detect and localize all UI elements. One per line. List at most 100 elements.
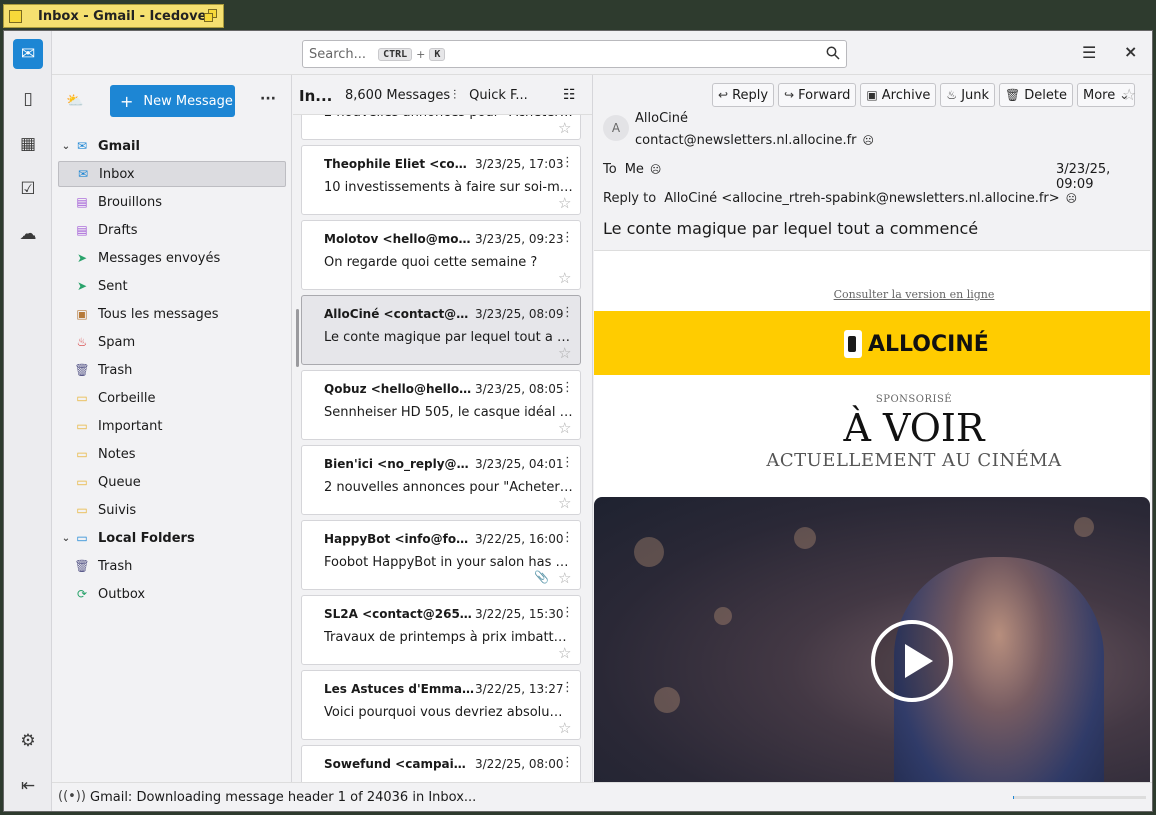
calendar-icon[interactable]: ▦ [13, 129, 43, 159]
message-card[interactable]: ⋮2 nouvelles annonces pour "Acheter une.… [301, 115, 581, 140]
message-card[interactable]: HappyBot <info@foob... 3/22/25, 16:00 ⋮ Foo… [301, 520, 581, 590]
folder-suivis[interactable]: ▭ Suivis [58, 497, 286, 523]
message-card[interactable]: Sowefund <campaigns...3/22/25, 08:00⋮☆ [301, 745, 581, 782]
folder-label: Trash [98, 558, 133, 574]
message-card[interactable]: Qobuz <hello@hello.qo...3/23/25, 08:05⋮ S… [301, 370, 581, 440]
message-card[interactable]: Bien'ici <no_reply@bie...3/23/25, 04:01⋮… [301, 445, 581, 515]
chevron-down-icon[interactable]: ⌄ [58, 141, 74, 152]
tasks-icon[interactable]: ☑ [13, 174, 43, 204]
play-icon[interactable] [871, 620, 953, 702]
folder-brouillons[interactable]: ▤ Brouillons [58, 189, 286, 215]
status-progress [1013, 796, 1146, 799]
window-menu-icon[interactable] [9, 9, 22, 23]
folder-queue[interactable]: ▭ Queue [58, 469, 286, 495]
folder-spam[interactable]: ♨ Spam [58, 329, 286, 355]
star-icon[interactable]: ☆ [558, 119, 571, 137]
message-card[interactable]: Theophile Eliet <conta...3/23/25, 17:03⋮… [301, 145, 581, 215]
star-icon[interactable]: ☆ [558, 344, 571, 362]
allocine-logo-icon [844, 330, 862, 358]
archive-button[interactable]: ▣ Archive [860, 83, 937, 107]
junk-button[interactable]: ♨ Junk [940, 83, 996, 107]
brand-banner[interactable]: ALLOCINÉ [594, 311, 1150, 375]
online-version-link[interactable]: Consulter la version en ligne [594, 288, 1150, 301]
star-icon[interactable]: ☆ [558, 644, 571, 662]
contact-icon[interactable]: ☹ [650, 163, 661, 176]
chat-icon[interactable]: ☁ [13, 219, 43, 249]
folder-trash[interactable]: 🗑 Trash [58, 357, 286, 383]
search-icon[interactable] [826, 46, 840, 60]
app-menu-icon[interactable]: ☰ [1082, 43, 1096, 62]
hero-video-thumbnail[interactable] [594, 497, 1150, 782]
address-book-icon[interactable]: ▯ [13, 84, 43, 114]
star-icon[interactable]: ☆ [558, 269, 571, 287]
forward-label: Forward [798, 87, 851, 103]
get-messages-icon[interactable]: ⛅ [66, 93, 83, 109]
message-subject: 2 nouvelles annonces pour "Acheter une..… [324, 115, 574, 120]
list-view-options-icon[interactable]: ☷ [563, 87, 576, 103]
message-menu-icon[interactable]: ⋮ [561, 755, 574, 770]
settings-icon[interactable]: ⚙ [13, 726, 43, 756]
message-count: 8,600 Messages [345, 88, 451, 103]
folder-sent[interactable]: ➤ Sent [58, 273, 286, 299]
chevron-down-icon[interactable]: ⌄ [58, 533, 74, 544]
folder-inbox[interactable]: ✉ Inbox [58, 161, 286, 187]
reply-button[interactable]: ↩ Reply [712, 83, 775, 107]
folder-messages-envoy-s[interactable]: ➤ Messages envoyés [58, 245, 286, 271]
from-name[interactable]: AlloCiné [635, 111, 688, 126]
window-tab[interactable]: Inbox - Gmail - Icedove [3, 4, 224, 28]
message-menu-icon[interactable]: ⋮ [561, 380, 574, 395]
message-menu-icon[interactable]: ⋮ [561, 155, 574, 170]
message-menu-icon[interactable]: ⋮ [561, 455, 574, 470]
contact-icon[interactable]: ☹ [1066, 192, 1077, 205]
message-menu-icon[interactable]: ⋮ [561, 530, 574, 545]
new-message-button[interactable]: + New Message [110, 85, 235, 117]
star-icon[interactable]: ☆ [1122, 85, 1136, 104]
message-menu-icon[interactable]: ⋮ [561, 305, 574, 320]
star-icon[interactable]: ☆ [558, 569, 571, 587]
close-icon[interactable]: × [1124, 42, 1137, 61]
folder-icon: ▭ [76, 475, 88, 489]
star-icon[interactable]: ☆ [558, 494, 571, 512]
window-restore-icon[interactable] [204, 9, 218, 23]
from-address[interactable]: contact@newsletters.nl.allocine.fr ☹ [635, 133, 874, 148]
folder-pane-more-icon[interactable]: ··· [260, 91, 276, 107]
message-card[interactable]: Molotov <hello@molot... 3/23/25, 09:23 ⋮ On… [301, 220, 581, 290]
local-folder-outbox[interactable]: ⟳ Outbox [58, 581, 286, 607]
message-card[interactable]: AlloCiné <contact@ne... 3/23/25, 08:09 ⋮ Le… [301, 295, 581, 365]
message-menu-icon[interactable]: ⋮ [561, 680, 574, 695]
account-gmail[interactable]: ⌄ ✉ Gmail [58, 133, 286, 159]
search-input[interactable]: Search... CTRL + K [302, 40, 847, 68]
quick-filter-icon: ⫶ [453, 88, 457, 103]
window-titlebar: Inbox - Gmail - Icedove [0, 0, 1156, 30]
message-card[interactable]: Les Astuces d'Emma <... 3/22/25, 13:27 ⋮ Vo… [301, 670, 581, 740]
star-icon[interactable]: ☆ [558, 194, 571, 212]
message-menu-icon[interactable]: ⋮ [561, 605, 574, 620]
folder-corbeille[interactable]: ▭ Corbeille [58, 385, 286, 411]
delete-button[interactable]: 🗑 Delete [999, 83, 1073, 107]
reply-to-value[interactable]: AlloCiné <allocine_rtreh-spabink@newslet… [664, 191, 1059, 206]
account-label: Gmail [98, 138, 140, 154]
message-card[interactable]: SL2A <contact@265301...3/22/25, 15:30⋮ Tr… [301, 595, 581, 665]
archive-label: Archive [881, 87, 931, 103]
collapse-spaces-icon[interactable]: ⇤ [13, 771, 43, 801]
folder-notes[interactable]: ▭ Notes [58, 441, 286, 467]
message-list-scrollbar[interactable] [296, 309, 299, 367]
online-status-icon[interactable]: ((•)) [58, 789, 86, 804]
account-local-folders[interactable]: ⌄ ▭ Local Folders [58, 525, 286, 551]
to-value[interactable]: Me [625, 162, 644, 177]
message-menu-icon[interactable]: ⋮ [561, 230, 574, 245]
reply-label: Reply [732, 87, 769, 103]
folder-drafts[interactable]: ▤ Drafts [58, 217, 286, 243]
quick-filter-button[interactable]: ⫶ Quick F... [453, 88, 528, 103]
local-folder-trash[interactable]: 🗑 Trash [58, 553, 286, 579]
mail-icon[interactable]: ✉ [13, 39, 43, 69]
contact-icon[interactable]: ☹ [863, 134, 874, 147]
message-actions: ↩ Reply ↪ Forward ▣ Archive ♨ Junk 🗑 Delete M… [712, 83, 1136, 107]
folder-important[interactable]: ▭ Important [58, 413, 286, 439]
folder-tous-les-messages[interactable]: ▣ Tous les messages [58, 301, 286, 327]
star-icon[interactable]: ☆ [558, 719, 571, 737]
forward-button[interactable]: ↪ Forward [778, 83, 857, 107]
star-icon[interactable]: ☆ [558, 419, 571, 437]
subheadline: ACTUELLEMENT AU CINÉMA [766, 450, 1062, 471]
message-date: 3/22/25, 08:00 [475, 757, 564, 771]
